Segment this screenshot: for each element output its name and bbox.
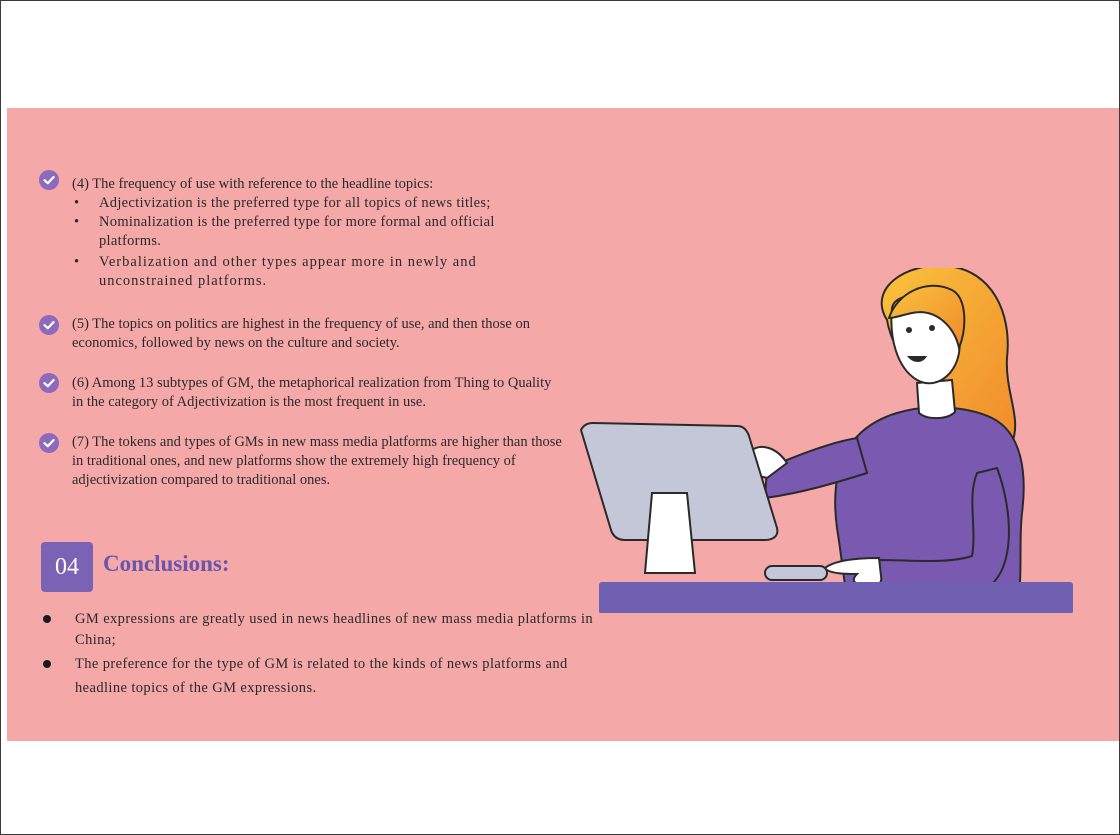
- finding-6-text: (6) Among 13 subtypes of GM, the metapho…: [72, 375, 552, 410]
- check-circle-icon: [39, 170, 59, 190]
- conclusions-heading: Conclusions:: [103, 551, 230, 576]
- finding-4-bullet-list: Adjectivization is the preferred type fo…: [69, 194, 559, 291]
- section-number-badge: 04: [41, 542, 93, 592]
- finding-7-text: (7) The tokens and types of GMs in new m…: [72, 434, 562, 488]
- slide-page: (4) The frequency of use with reference …: [0, 0, 1120, 835]
- conclusions-list: GM expressions are greatly used in news …: [37, 609, 597, 700]
- finding-4-bullet: Nominalization is the preferred type for…: [69, 213, 559, 251]
- conclusion-point-text: GM expressions are greatly used in news …: [75, 611, 594, 648]
- check-circle-icon: [39, 373, 59, 393]
- finding-4-bullet: Adjectivization is the preferred type fo…: [69, 194, 559, 213]
- conclusion-point: GM expressions are greatly used in news …: [37, 609, 597, 651]
- bullet-dot-icon: [43, 660, 51, 668]
- check-circle-icon: [39, 315, 59, 335]
- conclusion-point: The preference for the type of GM is rel…: [37, 652, 597, 700]
- finding-4-bullet: Verbalization and other types appear mor…: [69, 253, 559, 291]
- content-panel: (4) The frequency of use with reference …: [7, 108, 1119, 741]
- finding-4-heading: (4) The frequency of use with reference …: [72, 176, 434, 192]
- bullet-dot-icon: [43, 615, 51, 623]
- conclusion-point-text: The preference for the type of GM is rel…: [75, 656, 568, 696]
- woman-at-computer-illustration: [579, 268, 1073, 613]
- finding-5-text: (5) The topics on politics are highest i…: [72, 316, 530, 351]
- check-circle-icon: [39, 433, 59, 453]
